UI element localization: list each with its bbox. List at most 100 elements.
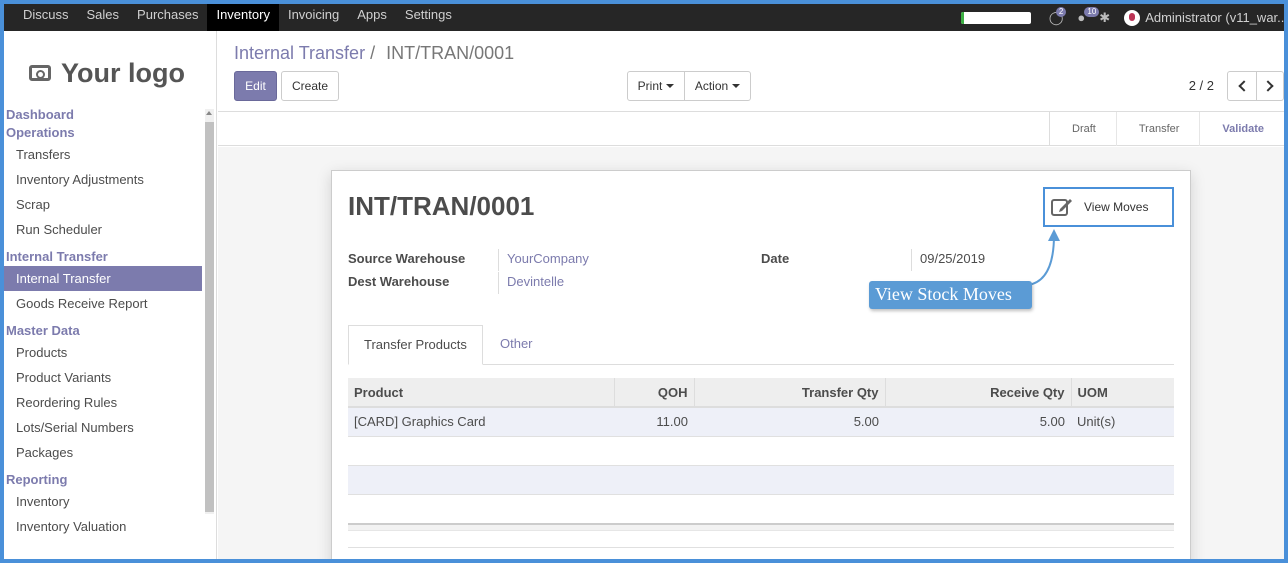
breadcrumb-separator: / — [370, 43, 376, 63]
sidebar-item-inventory[interactable]: Inventory — [4, 489, 202, 514]
sidebar-item-scrap[interactable]: Scrap — [4, 192, 202, 217]
callout-arrow-icon — [1027, 229, 1060, 286]
sidebar-section-master-data: Master Data — [6, 323, 80, 338]
camera-icon — [29, 65, 51, 81]
sidebar-item-run-scheduler[interactable]: Run Scheduler — [4, 217, 202, 242]
menu-discuss[interactable]: Discuss — [14, 4, 78, 31]
column-transfer-qty[interactable]: Transfer Qty — [694, 378, 886, 408]
top-navbar: Discuss Sales Purchases Inventory Invoic… — [0, 0, 1288, 31]
breadcrumb-parent[interactable]: Internal Transfer — [234, 43, 365, 63]
sidebar-item-reordering-rules[interactable]: Reordering Rules — [4, 390, 202, 415]
cell-uom: Unit(s) — [1071, 407, 1174, 437]
divider — [348, 547, 1174, 548]
action-label: Action — [694, 79, 729, 93]
caret-down-icon — [666, 84, 675, 88]
form-sheet: INT/TRAN/0001 View Moves View Stock Move… — [331, 170, 1191, 563]
sidebar-section-reporting: Reporting — [6, 472, 68, 487]
messages-icon[interactable]: ● 10 — [1077, 7, 1100, 25]
transfer-lines-table: Product QOH Transfer Qty Receive Qty UOM… — [348, 378, 1174, 495]
user-menu[interactable]: Administrator (v11_war... — [1124, 9, 1288, 26]
date-value: 09/25/2019 — [920, 251, 986, 266]
chat-badge: 2 — [1055, 6, 1067, 17]
sidebar-item-lots-serial-numbers[interactable]: Lots/Serial Numbers — [4, 415, 202, 440]
stage-draft[interactable]: Draft — [1050, 112, 1117, 146]
sidebar-section-operations: Operations — [6, 125, 75, 140]
sidebar-item-product-variants[interactable]: Product Variants — [4, 365, 202, 390]
logo-text: Your logo — [61, 57, 185, 88]
pager-next-button[interactable] — [1256, 71, 1284, 101]
app-menus: Discuss Sales Purchases Inventory Invoic… — [14, 4, 461, 31]
cell-transfer-qty: 5.00 — [694, 407, 885, 437]
cell-receive-qty: 5.00 — [885, 407, 1071, 437]
menu-apps[interactable]: Apps — [348, 4, 396, 31]
sidebar-section-internal-transfer: Internal Transfer — [6, 249, 108, 264]
column-product[interactable]: Product — [348, 378, 615, 408]
edit-icon — [1051, 199, 1072, 216]
dest-warehouse-value[interactable]: Devintelle — [507, 274, 564, 289]
menu-settings[interactable]: Settings — [396, 4, 461, 31]
sidebar-item-packages[interactable]: Packages — [4, 440, 202, 465]
sidebar-item-inventory-valuation[interactable]: Inventory Valuation — [4, 514, 202, 539]
chevron-right-icon — [1262, 80, 1274, 92]
sidebar-item-goods-receive-report[interactable]: Goods Receive Report — [4, 291, 202, 316]
cell-product: [CARD] Graphics Card — [348, 407, 614, 437]
chat-icon[interactable]: ◯ 2 — [1049, 6, 1067, 26]
notebook-tabs: Transfer Products Other — [348, 325, 1174, 365]
chevron-left-icon — [1238, 80, 1250, 92]
tab-other[interactable]: Other — [485, 325, 548, 365]
progress-fill — [960, 11, 965, 24]
dest-warehouse-label: Dest Warehouse — [348, 274, 450, 289]
sidebar-item-transfers[interactable]: Transfers — [4, 142, 202, 167]
progress-bar — [960, 11, 1031, 24]
sidebar: Your logo Dashboard Operations Transfers… — [4, 31, 217, 563]
breadcrumb: Internal Transfer / INT/TRAN/0001 — [234, 43, 514, 64]
empty-row — [348, 436, 1174, 466]
cell-qoh: 11.00 — [614, 407, 694, 437]
column-receive-qty[interactable]: Receive Qty — [885, 378, 1072, 408]
systray: ◯ 2 ● 10 ✱ Administrator (v11_war... — [960, 4, 1288, 31]
scrollbar-thumb[interactable] — [205, 122, 214, 512]
pager-value: 2 / 2 — [1188, 78, 1214, 93]
stage-transfer[interactable]: Transfer — [1117, 112, 1201, 146]
column-uom[interactable]: UOM — [1071, 378, 1174, 408]
sidebar-item-internal-transfer[interactable]: Internal Transfer — [4, 266, 202, 291]
menu-purchases[interactable]: Purchases — [128, 4, 207, 31]
sidebar-item-products[interactable]: Products — [4, 340, 202, 365]
menu-invoicing[interactable]: Invoicing — [279, 4, 348, 31]
menu-sales[interactable]: Sales — [78, 4, 129, 31]
table-row[interactable]: [CARD] Graphics Card 11.00 5.00 5.00 Uni… — [348, 407, 1174, 437]
user-name: Administrator (v11_war... — [1145, 10, 1288, 25]
source-warehouse-value[interactable]: YourCompany — [507, 251, 589, 266]
scroll-up-icon[interactable] — [206, 111, 212, 115]
print-label: Print — [637, 79, 663, 93]
messages-badge: 10 — [1084, 7, 1100, 17]
stage-validate[interactable]: Validate — [1200, 112, 1284, 146]
bug-icon[interactable]: ✱ — [1099, 10, 1110, 26]
caret-down-icon — [732, 84, 741, 88]
menu-inventory[interactable]: Inventory — [207, 4, 279, 31]
view-moves-button[interactable]: View Moves — [1043, 187, 1174, 227]
empty-row — [348, 465, 1174, 495]
sidebar-menu: Dashboard Operations Transfers Inventory… — [4, 106, 202, 539]
create-button[interactable]: Create — [281, 71, 339, 101]
sidebar-item-inventory-adjustments[interactable]: Inventory Adjustments — [4, 167, 202, 192]
breadcrumb-current: INT/TRAN/0001 — [386, 43, 515, 63]
field-separator — [498, 249, 499, 271]
tab-transfer-products[interactable]: Transfer Products — [348, 325, 483, 365]
avatar — [1124, 9, 1141, 26]
sidebar-scrollbar[interactable] — [205, 109, 214, 514]
control-panel: Internal Transfer / INT/TRAN/0001 Edit C… — [218, 31, 1284, 112]
table-footer — [348, 523, 1174, 531]
print-button[interactable]: Print — [627, 71, 685, 101]
column-qoh[interactable]: QOH — [614, 378, 695, 408]
pager-previous-button[interactable] — [1227, 71, 1257, 101]
status-bar: Draft Transfer Validate — [218, 112, 1284, 146]
view-stock-moves-callout: View Stock Moves — [869, 281, 1032, 309]
field-separator — [911, 249, 912, 271]
action-button[interactable]: Action — [684, 71, 751, 101]
status-stages: Draft Transfer Validate — [1049, 112, 1284, 146]
company-logo: Your logo — [29, 51, 199, 95]
sidebar-section-dashboard[interactable]: Dashboard — [4, 106, 202, 124]
edit-button[interactable]: Edit — [234, 71, 277, 101]
record-title: INT/TRAN/0001 — [348, 191, 535, 221]
